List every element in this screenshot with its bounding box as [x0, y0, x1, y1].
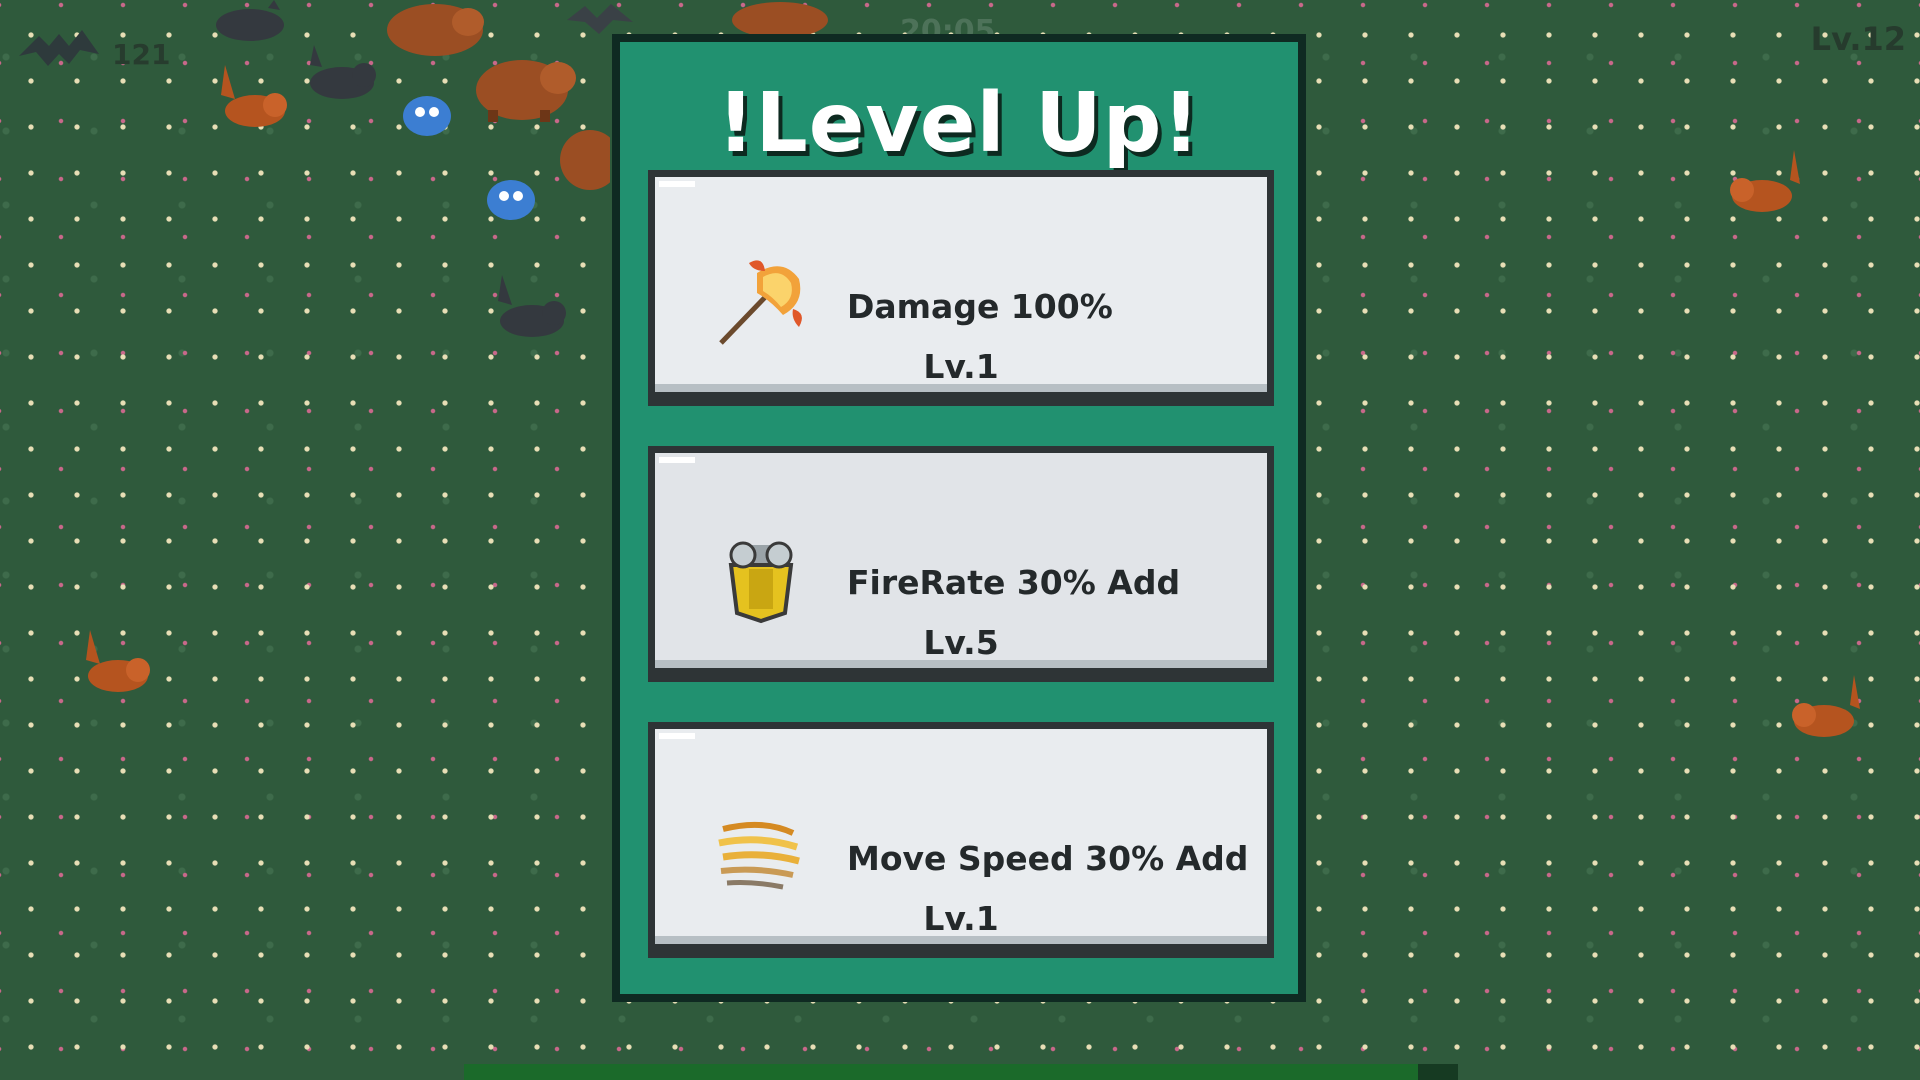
blue-slime-enemy: [487, 180, 535, 220]
fox-enemy: [1730, 150, 1800, 212]
level-up-title: !Level Up!: [717, 76, 1201, 171]
upgrade-name: Damage 100%: [847, 287, 1113, 326]
bear-enemy: [476, 60, 576, 122]
fox-enemy: [221, 65, 287, 127]
upgrade-level: Lv.1: [923, 347, 999, 386]
player-level: Lv.12: [1810, 20, 1906, 58]
upgrade-level: Lv.1: [923, 899, 999, 938]
kill-count: 121: [112, 38, 171, 71]
upgrade-name: Move Speed 30% Add: [847, 839, 1249, 878]
flaming-axe-icon: [719, 260, 802, 345]
fox-enemy: [1792, 675, 1860, 737]
cat-enemy: [498, 275, 566, 337]
blue-slime-enemy: [403, 96, 451, 136]
fox-enemy: [86, 630, 150, 692]
cat-enemy: [216, 0, 284, 41]
cat-enemy: [310, 45, 376, 99]
level-up-panel: !Level Up! Damage 100% Lv.1 FireRate 30%…: [612, 34, 1306, 1002]
armor-icon: [728, 541, 794, 624]
experience-bar-fill: [464, 1064, 1419, 1080]
bear-enemy: [560, 130, 610, 190]
upgrade-option-firerate[interactable]: FireRate 30% Add Lv.5: [648, 446, 1274, 682]
bear-enemy: [732, 2, 828, 36]
upgrade-name: FireRate 30% Add: [847, 563, 1181, 602]
bat-icon: [19, 30, 99, 66]
upgrade-option-damage[interactable]: Damage 100% Lv.1: [648, 170, 1274, 406]
experience-bar: [464, 1064, 1458, 1080]
upgrade-level: Lv.5: [923, 623, 999, 662]
speed-wind-icon: [718, 821, 800, 890]
upgrade-option-movespeed[interactable]: Move Speed 30% Add Lv.1: [648, 722, 1274, 958]
